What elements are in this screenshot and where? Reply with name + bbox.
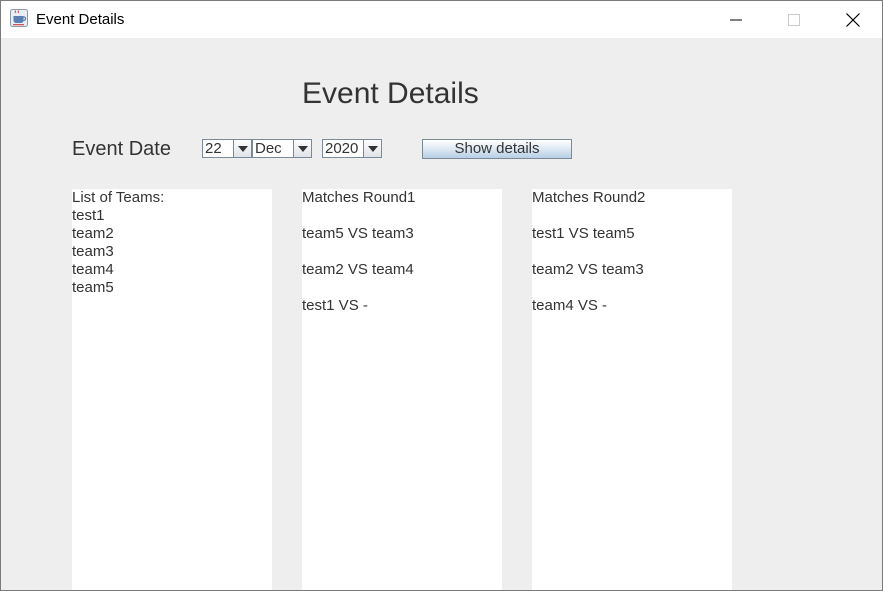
round2-matches-panel[interactable]: Matches Round2 test1 VS team5 team2 VS t… xyxy=(532,189,732,590)
title-bar[interactable]: Event Details xyxy=(1,1,882,38)
java-coffee-cup-icon xyxy=(10,9,28,27)
minimize-icon xyxy=(730,19,742,20)
year-value: 2020 xyxy=(325,140,359,157)
page-heading: Event Details xyxy=(302,77,479,110)
list-item: team4 xyxy=(72,261,114,278)
teams-list-header: List of Teams: xyxy=(72,189,165,206)
event-date-label: Event Date xyxy=(72,138,171,160)
day-select[interactable]: 22 xyxy=(202,139,252,158)
maximize-icon xyxy=(788,13,800,26)
match-row: test1 VS team5 xyxy=(532,225,635,242)
month-value: Dec xyxy=(255,140,282,157)
list-item: test1 xyxy=(72,207,105,224)
match-row: team2 VS team3 xyxy=(532,261,644,278)
match-row: team5 VS team3 xyxy=(302,225,414,242)
chevron-down-icon[interactable] xyxy=(233,140,251,157)
list-item: team2 xyxy=(72,225,114,242)
maximize-button[interactable] xyxy=(765,1,823,38)
round1-matches-panel[interactable]: Matches Round1 team5 VS team3 team2 VS t… xyxy=(302,189,502,590)
event-details-window: Event Details Event Details Event Date 2… xyxy=(0,0,883,591)
list-item: team3 xyxy=(72,243,114,260)
chevron-down-icon[interactable] xyxy=(293,140,311,157)
round1-header: Matches Round1 xyxy=(302,189,416,206)
chevron-down-icon[interactable] xyxy=(363,140,381,157)
match-row: team4 VS - xyxy=(532,297,608,314)
match-row: test1 VS - xyxy=(302,297,368,314)
close-button[interactable] xyxy=(824,1,882,38)
list-item: team5 xyxy=(72,279,114,296)
teams-list-panel[interactable]: List of Teams: test1 team2 team3 team4 t… xyxy=(72,189,272,590)
day-value: 22 xyxy=(205,140,222,157)
year-select[interactable]: 2020 xyxy=(322,139,382,158)
month-select[interactable]: Dec xyxy=(252,139,312,158)
close-icon xyxy=(846,12,860,27)
window-title: Event Details xyxy=(36,11,125,28)
show-details-button[interactable]: Show details xyxy=(422,139,572,159)
round2-header: Matches Round2 xyxy=(532,189,646,206)
minimize-button[interactable] xyxy=(707,1,765,38)
match-row: team2 VS team4 xyxy=(302,261,414,278)
